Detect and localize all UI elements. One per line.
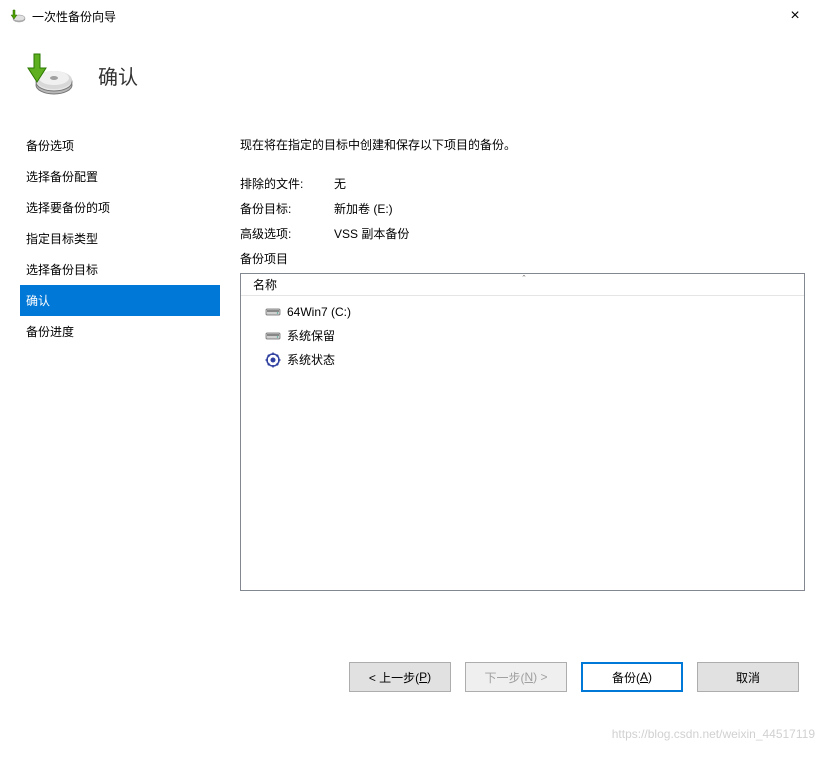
drive-icon	[265, 328, 281, 344]
prev-button[interactable]: < 上一步(P)	[349, 662, 451, 692]
list-item-label: 系统状态	[287, 350, 335, 370]
cancel-button[interactable]: 取消	[697, 662, 799, 692]
sidebar-item-confirm[interactable]: 确认	[20, 285, 220, 316]
btn-text: )	[427, 670, 431, 684]
label-excluded-files: 排除的文件:	[240, 175, 334, 192]
access-key: A	[640, 670, 648, 684]
drive-icon	[265, 304, 281, 320]
list-body: 64Win7 (C:) 系统保留 系统状态	[241, 296, 804, 376]
backup-items-list: 名称 ˆ 64Win7 (C:) 系统保留	[240, 273, 805, 591]
titlebar-left: 一次性备份向导	[10, 8, 116, 25]
row-advanced-options: 高级选项: VSS 副本备份	[240, 225, 805, 242]
list-item-label: 系统保留	[287, 326, 335, 346]
list-header-name[interactable]: 名称	[241, 273, 471, 296]
btn-text: 备份(	[612, 669, 640, 686]
row-excluded-files: 排除的文件: 无	[240, 175, 805, 192]
btn-text: ) >	[533, 670, 547, 684]
sidebar-item-select-items[interactable]: 选择要备份的项	[20, 192, 220, 223]
btn-text: 下一步(	[484, 669, 524, 686]
sidebar-item-select-dest[interactable]: 选择备份目标	[20, 254, 220, 285]
list-item[interactable]: 64Win7 (C:)	[243, 300, 802, 324]
value-excluded-files: 无	[334, 175, 805, 192]
window-title: 一次性备份向导	[32, 8, 116, 25]
sidebar-item-progress[interactable]: 备份进度	[20, 316, 220, 347]
access-key: N	[524, 670, 533, 684]
value-advanced-options: VSS 副本备份	[334, 225, 805, 242]
sort-indicator-icon: ˆ	[523, 274, 526, 284]
intro-text: 现在将在指定的目标中创建和保存以下项目的备份。	[240, 136, 805, 153]
label-backup-target: 备份目标:	[240, 200, 334, 217]
next-button: 下一步(N) >	[465, 662, 567, 692]
row-backup-target: 备份目标: 新加卷 (E:)	[240, 200, 805, 217]
list-item-label: 64Win7 (C:)	[287, 302, 351, 322]
titlebar: 一次性备份向导 ×	[0, 0, 825, 30]
wizard-footer: < 上一步(P) 下一步(N) > 备份(A) 取消	[0, 634, 825, 692]
sidebar-item-select-config[interactable]: 选择备份配置	[20, 161, 220, 192]
access-key: P	[419, 670, 427, 684]
sidebar-item-dest-type[interactable]: 指定目标类型	[20, 223, 220, 254]
close-button[interactable]: ×	[775, 6, 815, 26]
gear-icon	[265, 352, 281, 368]
main-panel: 现在将在指定的目标中创建和保存以下项目的备份。 排除的文件: 无 备份目标: 新…	[220, 130, 825, 634]
wizard-sidebar: 备份选项 选择备份配置 选择要备份的项 指定目标类型 选择备份目标 确认 备份进…	[0, 130, 220, 634]
content: 备份选项 选择备份配置 选择要备份的项 指定目标类型 选择备份目标 确认 备份进…	[0, 130, 825, 634]
list-section-label: 备份项目	[240, 250, 805, 267]
app-icon	[10, 8, 26, 24]
list-item[interactable]: 系统保留	[243, 324, 802, 348]
wizard-icon	[24, 50, 74, 100]
btn-text: < 上一步(	[369, 669, 419, 686]
list-header[interactable]: 名称 ˆ	[241, 274, 804, 296]
wizard-header: 确认	[0, 30, 825, 130]
btn-text: )	[648, 670, 652, 684]
page-title: 确认	[98, 61, 138, 90]
value-backup-target: 新加卷 (E:)	[334, 200, 805, 217]
list-item[interactable]: 系统状态	[243, 348, 802, 372]
label-advanced-options: 高级选项:	[240, 225, 334, 242]
backup-button[interactable]: 备份(A)	[581, 662, 683, 692]
sidebar-item-backup-options[interactable]: 备份选项	[20, 130, 220, 161]
watermark: https://blog.csdn.net/weixin_44517119	[612, 727, 815, 741]
